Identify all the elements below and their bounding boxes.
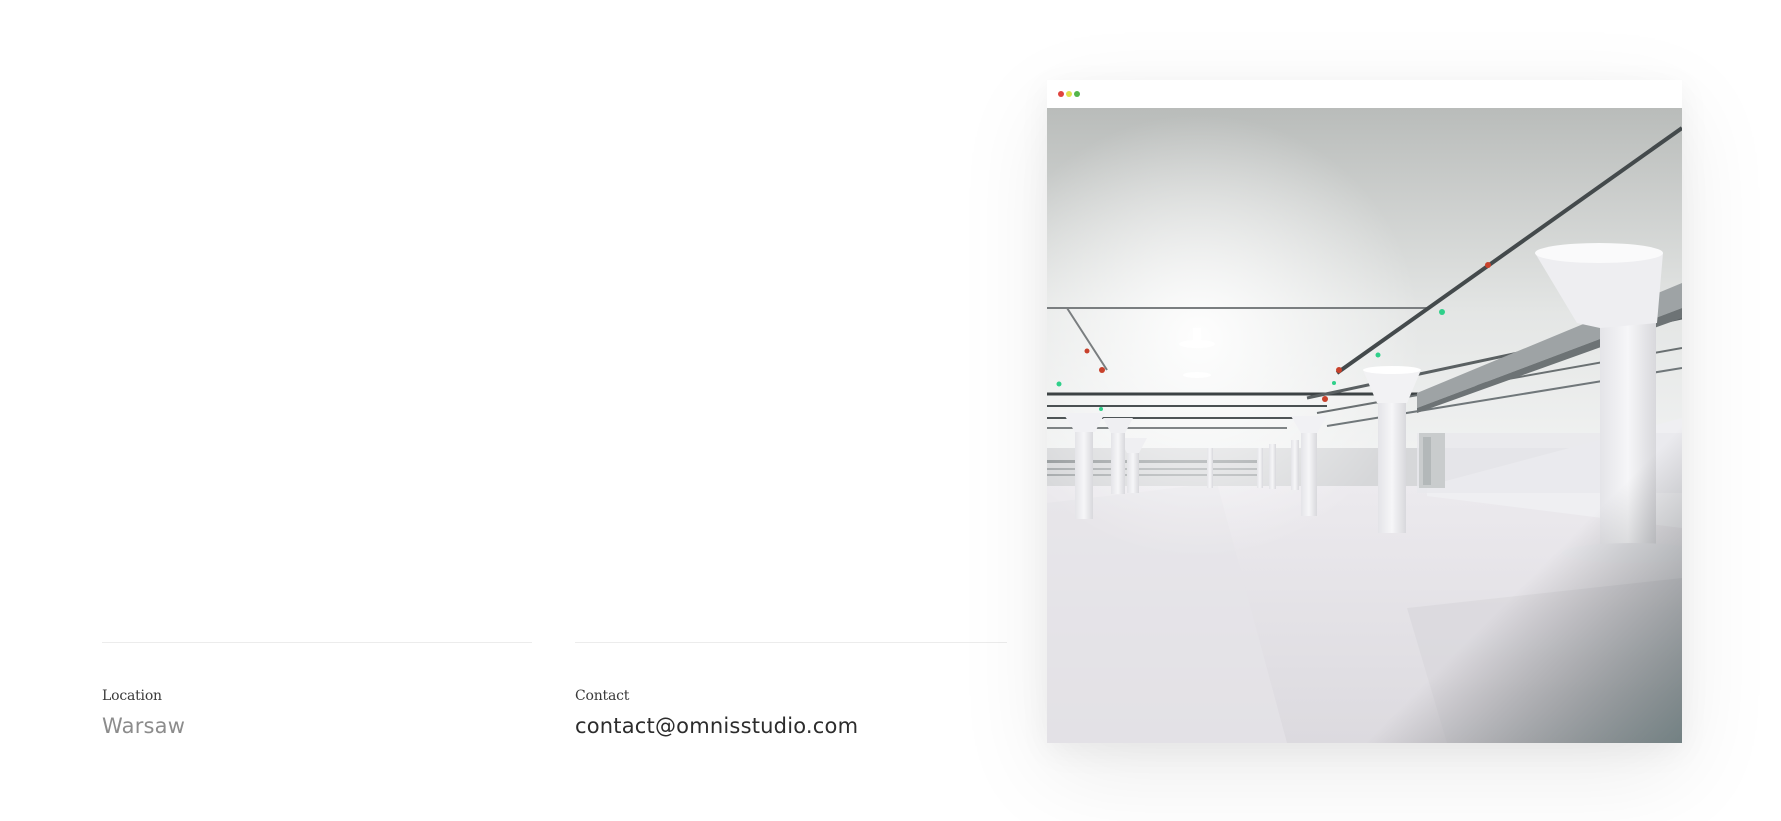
minimize-dot-icon xyxy=(1066,91,1072,97)
browser-title-bar xyxy=(1047,80,1682,108)
contact-label: Contact xyxy=(575,688,630,704)
location-value: Warsaw xyxy=(102,714,186,738)
contact-divider xyxy=(575,642,1007,643)
location-block: Location Warsaw xyxy=(102,642,532,739)
maximize-dot-icon xyxy=(1074,91,1080,97)
browser-mockup xyxy=(1047,80,1682,743)
close-dot-icon xyxy=(1058,91,1064,97)
location-label: Location xyxy=(102,688,162,704)
location-divider xyxy=(102,642,532,643)
contact-block: Contact contact@omnisstudio.com xyxy=(575,642,1007,739)
parking-garage-photo xyxy=(1047,108,1682,743)
contact-email-link[interactable]: contact@omnisstudio.com xyxy=(575,713,1007,739)
